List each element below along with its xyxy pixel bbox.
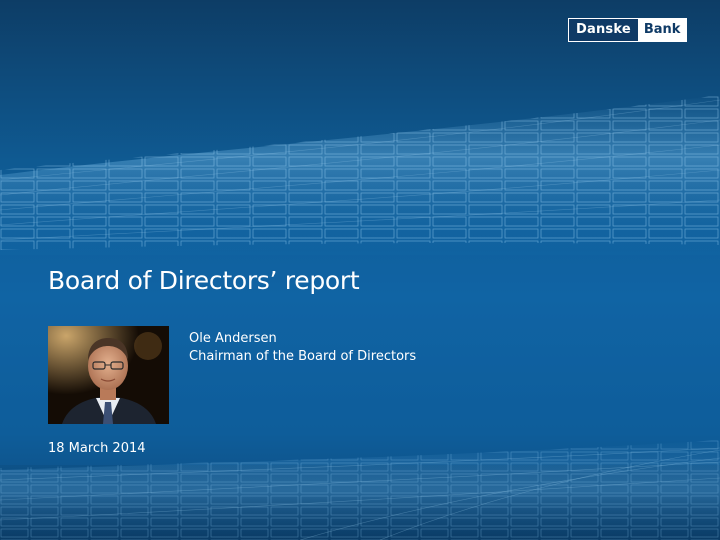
presenter-photo [48, 326, 169, 424]
slide: Danske Bank Board of Directors’ report O… [0, 0, 720, 540]
slide-title: Board of Directors’ report [48, 266, 360, 295]
presenter-name: Ole Andersen [189, 331, 277, 346]
presentation-date: 18 March 2014 [48, 441, 146, 456]
portrait-image [48, 326, 169, 424]
danske-bank-logo: Danske Bank [568, 18, 688, 42]
logo-text-bank: Bank [637, 19, 687, 41]
presenter-role: Chairman of the Board of Directors [189, 349, 417, 364]
logo-text-danske: Danske [569, 19, 638, 41]
presenter-info: Ole Andersen Chairman of the Board of Di… [189, 330, 416, 366]
